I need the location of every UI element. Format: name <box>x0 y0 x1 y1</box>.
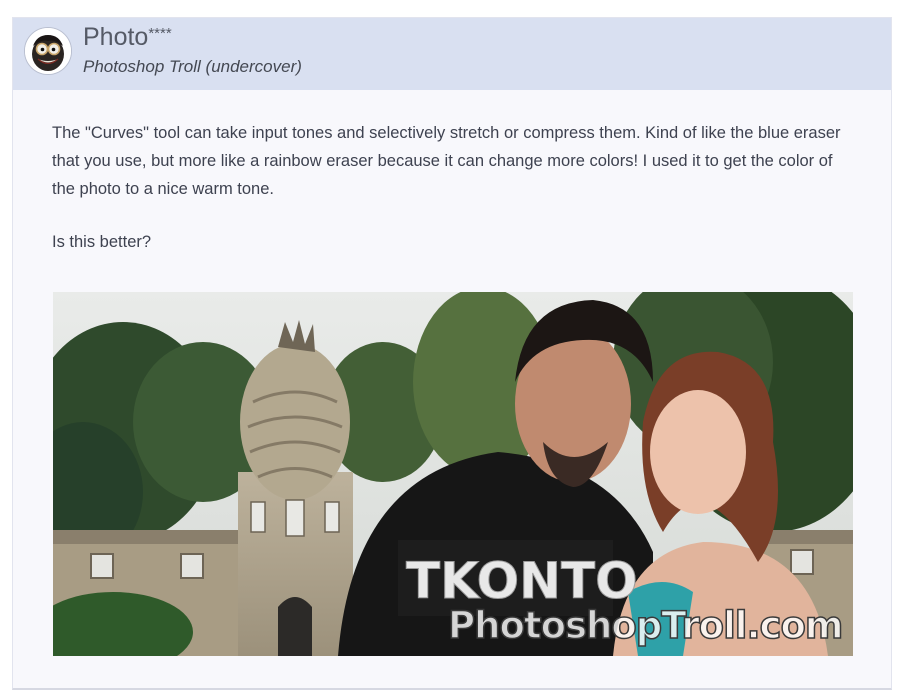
post-body: The "Curves" tool can take input tones a… <box>52 119 852 203</box>
photo-illustration: TKONTO <box>53 292 853 656</box>
post-image: TKONTO PhotoshopTroll.com <box>53 292 853 656</box>
user-title: Photoshop Troll (undercover) <box>83 57 302 76</box>
username-stars: **** <box>148 25 172 42</box>
post-header: Photo**** Photoshop Troll (undercover) <box>13 18 891 90</box>
username[interactable]: Photo <box>83 23 148 51</box>
username-row: Photo**** <box>83 23 172 52</box>
shirt-text: TKONTO <box>406 552 638 610</box>
post-question: Is this better? <box>52 233 152 251</box>
watermark: PhotoshopTroll.com <box>447 603 844 648</box>
post-card: Photo**** Photoshop Troll (undercover) T… <box>12 17 892 690</box>
post-body-text: The "Curves" tool can take input tones a… <box>52 124 841 198</box>
avatar[interactable] <box>24 27 72 75</box>
troll-face-icon <box>25 28 71 74</box>
